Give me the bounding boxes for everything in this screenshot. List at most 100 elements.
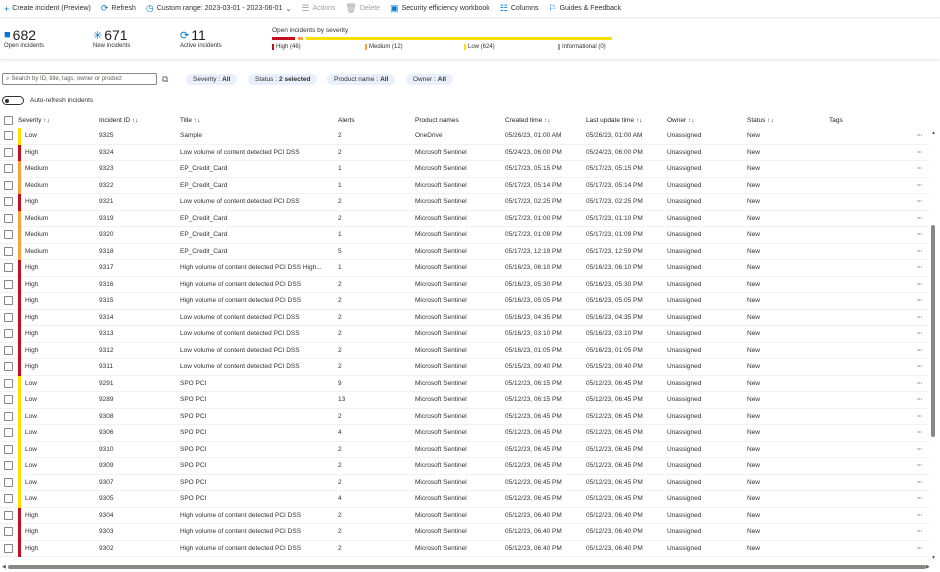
more-options-icon[interactable]: ··· <box>917 248 923 255</box>
actions-button[interactable]: ☰ Actions <box>301 3 335 14</box>
table-row[interactable]: High 9324 Low volume of content detected P… <box>0 144 930 161</box>
more-options-icon[interactable]: ··· <box>917 231 923 238</box>
scroll-up-icon[interactable]: ▲ <box>931 130 936 136</box>
row-checkbox[interactable] <box>4 477 13 487</box>
row-checkbox[interactable] <box>4 395 13 405</box>
table-row[interactable]: High 9302 High volume of content detected … <box>0 540 930 557</box>
row-checkbox[interactable] <box>4 444 13 454</box>
more-options-icon[interactable]: ··· <box>917 545 923 552</box>
table-row[interactable]: High 9303 High volume of content detected … <box>0 524 930 541</box>
row-checkbox[interactable] <box>4 543 13 553</box>
query-icon[interactable]: ⧉ <box>162 74 168 85</box>
col-owner[interactable]: Owner ↑↓ <box>667 117 694 124</box>
select-all-checkbox[interactable] <box>4 115 13 125</box>
table-row[interactable]: Medium 9322 EP_Credit_Card 1 Microsoft Senti… <box>0 177 930 194</box>
table-row[interactable]: Low 9325 Sample 2 OneDrive 05/26/23, 01:00 AM… <box>0 128 930 145</box>
columns-button[interactable]: ☷ Columns <box>500 3 539 14</box>
col-title[interactable]: Title ↑↓ <box>180 117 200 124</box>
col-updated[interactable]: Last update time ↑↓ <box>586 117 642 124</box>
more-options-icon[interactable]: ··· <box>917 462 923 469</box>
row-checkbox[interactable] <box>4 411 13 421</box>
security-workbook-button[interactable]: ▣ Security efficiency workbook <box>390 3 490 14</box>
row-checkbox[interactable] <box>4 527 13 537</box>
row-checkbox[interactable] <box>4 279 13 289</box>
row-checkbox[interactable] <box>4 345 13 355</box>
row-checkbox[interactable] <box>4 362 13 372</box>
row-checkbox[interactable] <box>4 461 13 471</box>
scroll-right-icon[interactable]: ▶ <box>926 564 930 570</box>
row-checkbox[interactable] <box>4 263 13 273</box>
create-incident-button[interactable]: + Create incident (Preview) <box>4 4 91 14</box>
row-checkbox[interactable] <box>4 428 13 438</box>
scroll-down-icon[interactable]: ▼ <box>931 555 936 561</box>
guides-feedback-button[interactable]: ⚐ Guides & Feedback <box>548 3 621 14</box>
table-row[interactable]: Medium 9318 EP_Credit_Card 5 Microsoft Senti… <box>0 243 930 260</box>
more-options-icon[interactable]: ··· <box>917 132 923 139</box>
row-checkbox[interactable] <box>4 197 13 207</box>
severity-filter[interactable]: Severity : All <box>186 74 238 85</box>
more-options-icon[interactable]: ··· <box>917 396 923 403</box>
col-status[interactable]: Status ↑↓ <box>747 117 774 124</box>
more-options-icon[interactable]: ··· <box>917 281 923 288</box>
col-incident-id[interactable]: Incident ID ↑↓ <box>99 117 138 124</box>
more-options-icon[interactable]: ··· <box>917 314 923 321</box>
more-options-icon[interactable]: ··· <box>917 512 923 519</box>
table-row[interactable]: High 9315 High volume of content detected … <box>0 293 930 310</box>
auto-refresh-toggle[interactable] <box>2 96 24 105</box>
more-options-icon[interactable]: ··· <box>917 479 923 486</box>
row-checkbox[interactable] <box>4 164 13 174</box>
more-options-icon[interactable]: ··· <box>917 330 923 337</box>
refresh-button[interactable]: ⟳ Refresh <box>101 3 136 14</box>
table-row[interactable]: High 9316 High volume of content detected … <box>0 276 930 293</box>
more-options-icon[interactable]: ··· <box>917 182 923 189</box>
owner-filter[interactable]: Owner : All <box>406 74 454 85</box>
table-row[interactable]: High 9314 Low volume of content detected P… <box>0 309 930 326</box>
more-options-icon[interactable]: ··· <box>917 198 923 205</box>
more-options-icon[interactable]: ··· <box>917 446 923 453</box>
table-row[interactable]: Low 9306 SPO PCI 4 Microsoft Sentinel 05/12/2… <box>0 425 930 442</box>
row-checkbox[interactable] <box>4 329 13 339</box>
delete-button[interactable]: 🗑 Delete <box>345 3 380 14</box>
row-checkbox[interactable] <box>4 296 13 306</box>
table-row[interactable]: Low 9305 SPO PCI 4 Microsoft Sentinel 05/12/2… <box>0 491 930 508</box>
table-row[interactable]: High 9304 High volume of content detected … <box>0 507 930 524</box>
row-checkbox[interactable] <box>4 131 13 141</box>
table-row[interactable]: Medium 9320 EP_Credit_Card 1 Microsoft Senti… <box>0 227 930 244</box>
scroll-left-icon[interactable]: ◀ <box>2 564 6 570</box>
more-options-icon[interactable]: ··· <box>917 429 923 436</box>
product-name-filter[interactable]: Product name : All <box>327 74 396 85</box>
row-checkbox[interactable] <box>4 213 13 223</box>
more-options-icon[interactable]: ··· <box>917 380 923 387</box>
row-checkbox[interactable] <box>4 312 13 322</box>
col-severity[interactable]: Severity ↑↓ <box>18 117 50 124</box>
more-options-icon[interactable]: ··· <box>917 149 923 156</box>
search-input[interactable]: ⌕ Search by ID, title, tags, owner or pro… <box>2 73 157 85</box>
more-options-icon[interactable]: ··· <box>917 165 923 172</box>
row-checkbox[interactable] <box>4 494 13 504</box>
table-row[interactable]: Low 9308 SPO PCI 2 Microsoft Sentinel 05/12/2… <box>0 408 930 425</box>
table-row[interactable]: High 9311 Low volume of content detected P… <box>0 359 930 376</box>
more-options-icon[interactable]: ··· <box>917 264 923 271</box>
time-range-dropdown[interactable]: ◷ Custom range: 2023-03-01 - 2023-06-01 ⌄ <box>146 3 291 14</box>
more-options-icon[interactable]: ··· <box>917 528 923 535</box>
vertical-scrollbar[interactable] <box>931 225 935 437</box>
table-row[interactable]: Medium 9319 EP_Credit_Card 2 Microsoft Senti… <box>0 210 930 227</box>
table-row[interactable]: High 9313 Low volume of content detected P… <box>0 326 930 343</box>
more-options-icon[interactable]: ··· <box>917 363 923 370</box>
row-checkbox[interactable] <box>4 378 13 388</box>
more-options-icon[interactable]: ··· <box>917 297 923 304</box>
more-options-icon[interactable]: ··· <box>917 413 923 420</box>
table-row[interactable]: Low 9310 SPO PCI 2 Microsoft Sentinel 05/12/2… <box>0 441 930 458</box>
table-row[interactable]: Medium 9323 EP_Credit_Card 1 Microsoft Senti… <box>0 161 930 178</box>
row-checkbox[interactable] <box>4 246 13 256</box>
table-row[interactable]: High 9321 Low volume of content detected P… <box>0 194 930 211</box>
table-row[interactable]: Low 9289 SPO PCI 13 Microsoft Sentinel 05/12/… <box>0 392 930 409</box>
table-row[interactable]: Low 9307 SPO PCI 2 Microsoft Sentinel 05/12/2… <box>0 474 930 491</box>
table-row[interactable]: High 9312 Low volume of content detected P… <box>0 342 930 359</box>
more-options-icon[interactable]: ··· <box>917 347 923 354</box>
row-checkbox[interactable] <box>4 230 13 240</box>
row-checkbox[interactable] <box>4 147 13 157</box>
table-row[interactable]: High 9317 High volume of content detected … <box>0 260 930 277</box>
more-options-icon[interactable]: ··· <box>917 215 923 222</box>
status-filter[interactable]: Status :2 selected <box>248 74 318 85</box>
